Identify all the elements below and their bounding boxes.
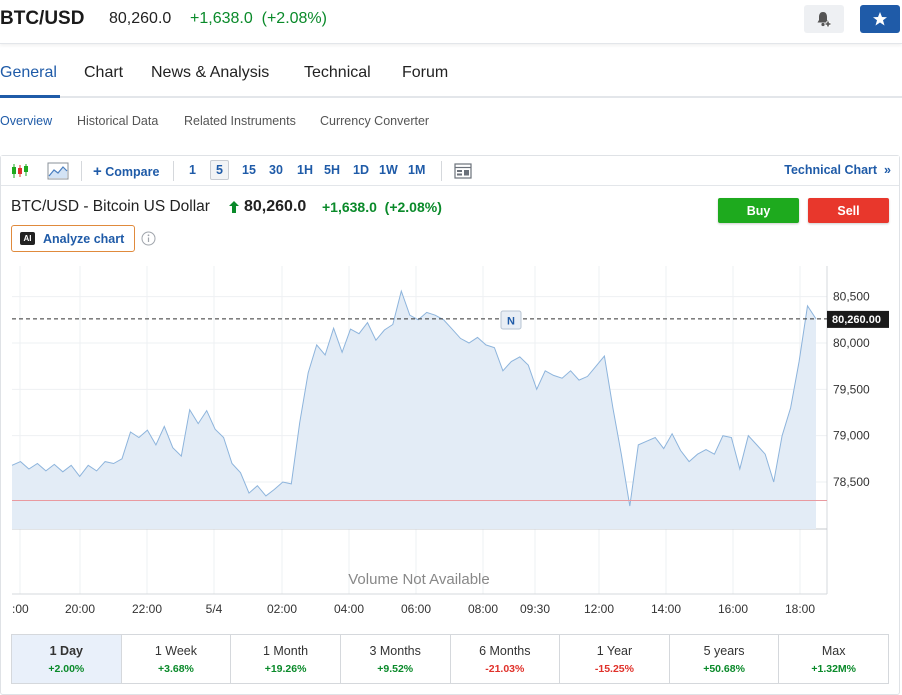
subtab-related-instruments[interactable]: Related Instruments xyxy=(184,114,296,128)
range-label: 3 Months xyxy=(369,644,421,658)
x-tick-label: 12:00 xyxy=(584,602,614,616)
x-axis-labels: :00 20:00 22:00 5/4 02:00 04:00 06:00 08:00 09:3… xyxy=(12,602,815,616)
range-5-years[interactable]: 5 years +50.68% xyxy=(670,635,780,683)
range-label: 1 Week xyxy=(154,644,198,658)
active-tab-indicator xyxy=(0,95,60,98)
x-tick-label: 5/4 xyxy=(206,602,223,616)
range-1-day[interactable]: 1 Day +2.00% xyxy=(12,635,122,683)
x-tick-label: 14:00 xyxy=(651,602,681,616)
last-price-label: 80,260.00 xyxy=(832,314,881,326)
news-event-marker: N xyxy=(500,310,522,330)
x-tick-label: 04:00 xyxy=(334,602,364,616)
range-percent: -21.03% xyxy=(485,663,525,675)
tab-technical[interactable]: Technical xyxy=(304,64,371,82)
range-1-week[interactable]: 1 Week +3.68% xyxy=(122,635,232,683)
range-percent: +50.68% xyxy=(703,663,745,675)
volume-not-available: Volume Not Available xyxy=(348,571,489,588)
range-1-month[interactable]: 1 Month +19.26% xyxy=(231,635,341,683)
bell-plus-icon xyxy=(817,12,831,27)
x-tick-label: 02:00 xyxy=(267,602,297,616)
y-tick-label: 80,000 xyxy=(833,336,870,350)
y-tick-label: 78,500 xyxy=(833,475,870,489)
header-change: +1,638.0 (+2.08%) xyxy=(190,10,327,27)
news-marker-letter: N xyxy=(507,316,515,328)
price-area-fill xyxy=(12,291,816,529)
performance-ranges: 1 Day +2.00% 1 Week +3.68% 1 Month +19.26% 3 M… xyxy=(11,634,889,684)
range-label: 1 Day xyxy=(49,644,83,658)
subtab-currency-converter[interactable]: Currency Converter xyxy=(320,114,429,128)
x-tick-label: 06:00 xyxy=(401,602,431,616)
x-tick-label: 22:00 xyxy=(132,602,162,616)
x-tick-label: :00 xyxy=(12,602,29,616)
star-icon xyxy=(873,12,887,26)
range-percent: +1.32M% xyxy=(811,663,857,675)
x-tick-label: 18:00 xyxy=(785,602,815,616)
tab-chart[interactable]: Chart xyxy=(84,64,123,82)
range-percent: +2.00% xyxy=(48,663,85,675)
range-percent: +9.52% xyxy=(377,663,414,675)
range-label: 1 Year xyxy=(596,644,633,658)
range-label: 6 Months xyxy=(479,644,531,658)
range-6-months[interactable]: 6 Months -21.03% xyxy=(451,635,561,683)
range-max[interactable]: Max +1.32M% xyxy=(779,635,888,683)
price-chart[interactable]: Investing.com 80,260.00 N Volume Not Ava… xyxy=(1,156,899,631)
chart-widget: + Compare 1 5 15 30 1H 5H 1D 1W 1M Techn… xyxy=(0,155,900,695)
range-label: 5 years xyxy=(703,644,745,658)
main-tabs: General Chart News & Analysis Technical … xyxy=(0,52,902,98)
y-tick-label: 80,500 xyxy=(833,290,870,304)
x-tick-label: 08:00 xyxy=(468,602,498,616)
add-to-watchlist-button[interactable] xyxy=(860,5,900,33)
tab-news-analysis[interactable]: News & Analysis xyxy=(151,64,269,82)
x-tick-label: 20:00 xyxy=(65,602,95,616)
y-tick-label: 79,500 xyxy=(833,382,870,396)
range-label: Max xyxy=(821,644,846,658)
range-1-year[interactable]: 1 Year -15.25% xyxy=(560,635,670,683)
x-tick-label: 09:30 xyxy=(520,602,550,616)
subtab-overview[interactable]: Overview xyxy=(0,114,52,128)
y-tick-label: 79,000 xyxy=(833,429,870,443)
tab-forum[interactable]: Forum xyxy=(402,64,448,82)
sub-tabs: Overview Historical Data Related Instrum… xyxy=(0,114,902,130)
x-tick-label: 16:00 xyxy=(718,602,748,616)
tab-general[interactable]: General xyxy=(0,64,57,82)
instrument-header: BTC/USD 80,260.0 +1,638.0 (+2.08%) xyxy=(0,0,902,44)
range-percent: -15.25% xyxy=(594,663,634,675)
price-alert-button[interactable] xyxy=(804,5,844,33)
range-3-months[interactable]: 3 Months +9.52% xyxy=(341,635,451,683)
symbol-title: BTC/USD xyxy=(0,8,85,29)
range-percent: +19.26% xyxy=(264,663,307,675)
range-label: 1 Month xyxy=(262,644,309,658)
header-price: 80,260.0 xyxy=(109,10,172,27)
subtab-historical-data[interactable]: Historical Data xyxy=(77,114,158,128)
range-percent: +3.68% xyxy=(157,663,194,675)
